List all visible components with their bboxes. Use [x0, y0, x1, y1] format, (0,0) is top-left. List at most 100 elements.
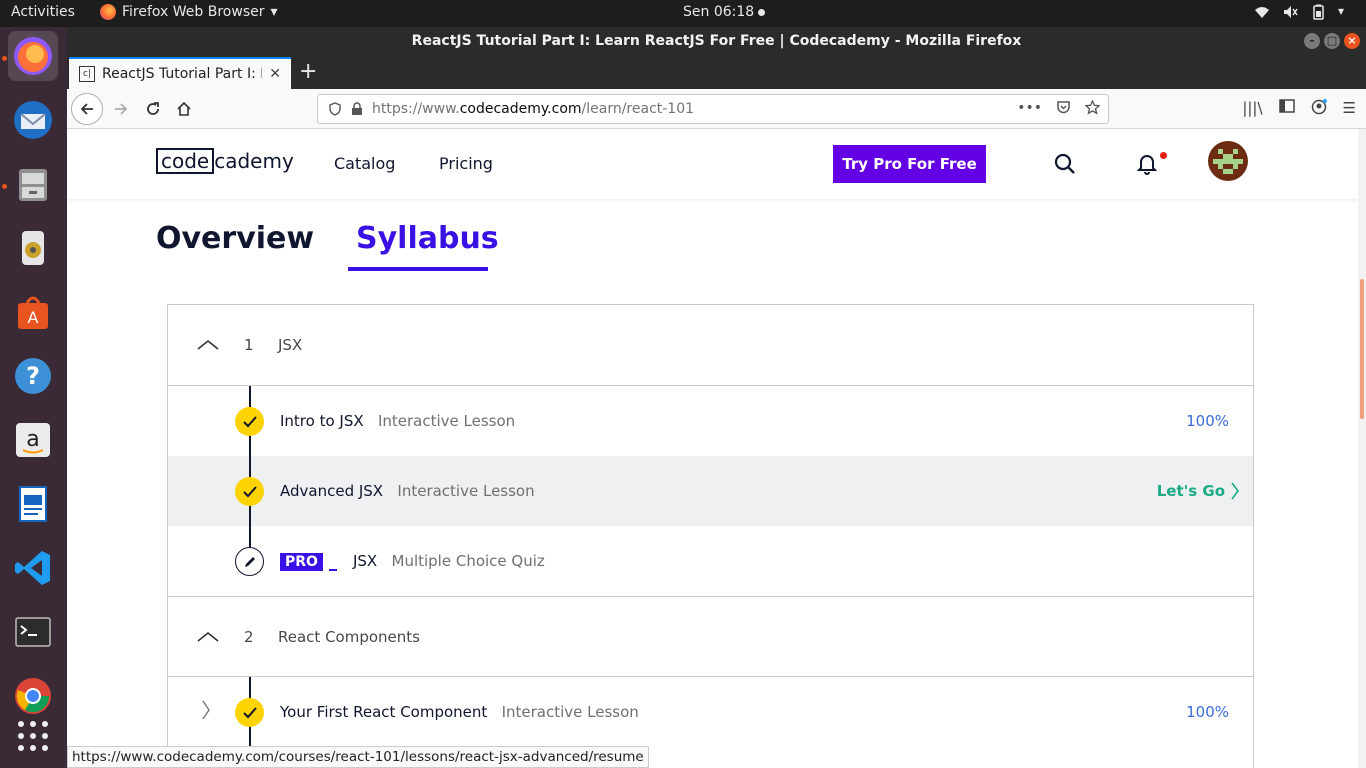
check-icon [235, 698, 264, 727]
pixel-avatar-icon [1213, 149, 1243, 174]
check-icon [235, 407, 264, 436]
lesson-name: Advanced JSX [280, 482, 384, 500]
module-number: 1 [244, 336, 254, 354]
avatar[interactable] [1208, 141, 1248, 181]
firefox-icon [14, 37, 52, 75]
chevron-down-icon: ▾ [270, 4, 278, 20]
pro-underscore [328, 568, 337, 571]
lesson-row[interactable]: Intro to JSX Interactive Lesson 100% [168, 386, 1253, 456]
reload-icon [147, 102, 159, 115]
syllabus-list: 1 JSX Intro to JSX Interactive Lesson 10… [167, 304, 1254, 768]
back-button[interactable] [71, 93, 103, 125]
account-icon[interactable] [1311, 99, 1327, 119]
minimize-button[interactable]: – [1304, 33, 1320, 49]
search-icon[interactable] [1054, 153, 1076, 179]
chevron-right-icon[interactable] [202, 700, 210, 724]
show-applications-button[interactable] [8, 711, 58, 761]
lesson-title-group: Intro to JSX Interactive Lesson [280, 412, 515, 430]
home-button[interactable] [168, 93, 200, 125]
pro-badge: PRO [280, 552, 323, 571]
close-tab-icon[interactable]: ✕ [269, 66, 281, 82]
notification-dot-icon [758, 8, 766, 16]
lets-go-link[interactable]: Let's Go [1157, 482, 1239, 500]
codecademy-logo[interactable]: code cademy [156, 148, 294, 174]
sidebar-icon[interactable] [1278, 99, 1295, 119]
module-number: 2 [244, 627, 254, 646]
arrow-right-icon [115, 103, 128, 115]
module-header[interactable]: 2 React Components [168, 596, 1253, 677]
volume-icon [1282, 4, 1298, 20]
terminal-icon [15, 617, 51, 647]
nav-catalog[interactable]: Catalog [334, 154, 395, 173]
software-launcher[interactable]: A [8, 287, 58, 337]
tab-strip: c| ReactJS Tutorial Part I: Learn ReactJ… [67, 55, 1366, 89]
lock-icon [352, 102, 362, 115]
browser-tab[interactable]: c| ReactJS Tutorial Part I: Learn ReactJ… [69, 57, 291, 89]
chevron-up-icon [197, 628, 219, 646]
help-launcher[interactable]: ? [8, 351, 58, 401]
lesson-name: JSX [352, 551, 378, 570]
link-status-bar: https://www.codecademy.com/courses/react… [67, 746, 649, 768]
url-text: https://www.codecademy.com/learn/react-1… [372, 101, 694, 117]
document-icon [19, 486, 47, 522]
tab-overview[interactable]: Overview [156, 221, 314, 256]
page-viewport: code cademy Catalog Pricing Try Pro For … [67, 129, 1358, 768]
thunderbird-launcher[interactable] [8, 95, 58, 145]
bookmark-star-icon[interactable] [1084, 98, 1101, 119]
chevron-up-icon [197, 336, 219, 354]
site-header: code cademy Catalog Pricing Try Pro For … [67, 129, 1358, 199]
terminal-launcher[interactable] [8, 607, 58, 657]
bell-icon[interactable] [1136, 153, 1158, 179]
lesson-type: Multiple Choice Quiz [391, 551, 545, 570]
help-icon: ? [15, 358, 51, 394]
library-icon[interactable]: |||\ [1242, 99, 1262, 119]
try-pro-button[interactable]: Try Pro For Free [833, 145, 986, 183]
pocket-icon[interactable] [1056, 100, 1071, 119]
maximize-button[interactable]: □ [1324, 33, 1340, 49]
firefox-icon [100, 4, 116, 20]
hamburger-menu-icon[interactable]: ☰ [1343, 99, 1356, 119]
software-bag-icon: A [18, 296, 48, 329]
codecademy-favicon-icon: c| [79, 66, 95, 82]
dock: A ? a [0, 27, 67, 768]
window-title: ReactJS Tutorial Part I: Learn ReactJS F… [411, 33, 1022, 49]
page-actions-icon[interactable]: ••• [1017, 100, 1042, 119]
wifi-icon [1254, 4, 1270, 20]
tab-title: ReactJS Tutorial Part I: Learn ReactJS F… [102, 66, 262, 82]
app-menu[interactable]: Firefox Web Browser ▾ [100, 4, 278, 20]
lesson-progress: 100% [1186, 412, 1229, 430]
lesson-row[interactable]: Your First React Component Interactive L… [168, 677, 1253, 747]
lesson-type: Interactive Lesson [377, 412, 516, 430]
rhythmbox-launcher[interactable] [8, 223, 58, 273]
tab-syllabus[interactable]: Syllabus [356, 221, 499, 256]
system-tray[interactable]: ▾ [1254, 4, 1354, 20]
lets-go-label: Let's Go [1156, 482, 1225, 500]
nav-pricing[interactable]: Pricing [439, 154, 493, 173]
module-name: JSX [278, 336, 303, 354]
active-tab-indicator [348, 267, 488, 271]
module-header[interactable]: 1 JSX [168, 305, 1253, 386]
files-launcher[interactable] [8, 159, 58, 209]
firefox-launcher[interactable] [8, 31, 58, 81]
app-menu-label: Firefox Web Browser [122, 4, 265, 20]
lesson-row[interactable]: PRO JSX Multiple Choice Quiz [168, 526, 1253, 596]
lesson-title-group: Advanced JSX Interactive Lesson [280, 482, 535, 500]
clock[interactable]: Sen 06:18 [683, 4, 766, 20]
libreoffice-writer-launcher[interactable] [8, 479, 58, 529]
lesson-title-group: Your First React Component Interactive L… [280, 703, 639, 721]
reload-button[interactable] [137, 93, 169, 125]
page-scrollbar[interactable] [1358, 129, 1366, 768]
lesson-row[interactable]: Advanced JSX Interactive Lesson Let's Go [168, 456, 1253, 526]
url-bar[interactable]: https://www.codecademy.com/learn/react-1… [317, 94, 1109, 124]
scrollbar-thumb[interactable] [1360, 279, 1364, 419]
clock-label: Sen 06:18 [683, 4, 755, 20]
vscode-launcher[interactable] [8, 543, 58, 593]
check-icon [235, 477, 264, 506]
amazon-launcher[interactable]: a [8, 415, 58, 465]
activities-button[interactable]: Activities [11, 4, 75, 20]
new-tab-button[interactable]: + [299, 59, 317, 84]
vscode-icon [15, 551, 50, 585]
forward-button[interactable] [105, 93, 137, 125]
window-title-bar: ReactJS Tutorial Part I: Learn ReactJS F… [67, 27, 1366, 55]
close-window-button[interactable]: × [1344, 33, 1360, 49]
